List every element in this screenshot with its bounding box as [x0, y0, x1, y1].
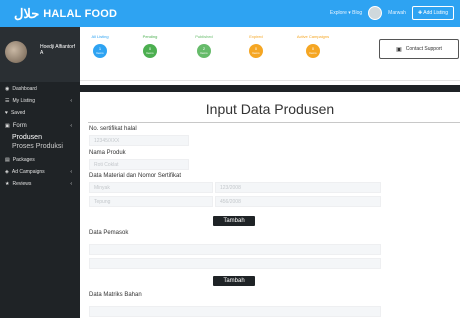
stat-label: Published [195, 34, 213, 39]
stat-label: Active Campaigns [296, 34, 330, 39]
stat-count: 0 Items [249, 44, 263, 58]
brand-logo[interactable]: ﺣﻼل HALAL FOOD [14, 6, 117, 22]
support-icon: ▣ [396, 46, 402, 53]
stat-unit: Items [200, 51, 208, 55]
form-icon: ▣ [5, 123, 10, 129]
heart-icon: ♥ [5, 110, 8, 116]
sidebar-item-reviews[interactable]: ★ Reviews ‹ [0, 178, 80, 190]
pemasok-label: Data Pemasok [89, 230, 129, 236]
stat-all-listing[interactable]: All Listing 1 Items [80, 34, 120, 58]
pemasok-input[interactable] [89, 258, 381, 269]
stat-pending[interactable]: Pending 0 Items [130, 34, 170, 58]
sidebar-nav: ◉ Dashboard ☰ My Listing ‹ ♥ Saved ▣ For… [0, 83, 80, 190]
sidebar-item-label: Saved [10, 110, 26, 116]
sidebar-item-form[interactable]: ▣ Form ‹ [0, 119, 80, 133]
sidebar-item-my-listing[interactable]: ☰ My Listing ‹ [0, 95, 80, 107]
material-label: Data Material dan Nomor Sertifikat [89, 173, 182, 179]
matriks-label: Data Matriks Bahan [89, 292, 142, 298]
add-listing-button[interactable]: ✚ Add Listing [411, 6, 454, 20]
stat-count: 1 Items [93, 44, 107, 58]
pemasok-input[interactable] [89, 244, 381, 255]
sidebar-item-label: My Listing [12, 98, 35, 104]
user-avatar[interactable] [368, 6, 383, 20]
chevron-left-icon: ‹ [70, 169, 72, 175]
sidebar: Hoedji Alfiantorf A ◉ Dashboard ☰ My Lis… [0, 27, 80, 318]
stat-unit: Items [146, 51, 154, 55]
stat-count: 0 Items [143, 44, 157, 58]
top-right-menu: Explore ▾ Blog Marwah ✚ Add Listing [330, 6, 454, 20]
chevron-left-icon: ‹ [70, 181, 72, 187]
stat-published[interactable]: Published 2 Items [184, 34, 224, 58]
sidebar-item-label: Packages [12, 157, 35, 163]
material-cert-input[interactable]: 456/2008 [215, 196, 381, 207]
sidebar-item-label: Ad Campaigns [11, 169, 45, 175]
sertifikat-input[interactable]: 12345/XXX [89, 135, 189, 146]
star-icon: ★ [5, 181, 10, 187]
stat-label: Pending [142, 34, 158, 39]
tambah-pemasok-button[interactable]: Tambah [213, 276, 255, 286]
stat-unit: Items [252, 51, 260, 55]
stat-active-campaigns[interactable]: Active Campaigns 0 Items [288, 34, 338, 58]
sidebar-item-label: Reviews [12, 181, 32, 187]
stat-label: All Listing [91, 34, 109, 39]
list-icon: ☰ [5, 98, 10, 104]
header-divider-bar [80, 85, 460, 92]
stat-count: 2 Items [197, 44, 211, 58]
dashboard-icon: ◉ [5, 86, 10, 92]
sidebar-subitem-produsen[interactable]: Produsen [0, 133, 80, 142]
matriks-input[interactable] [89, 306, 381, 317]
sertifikat-label: No. sertifikat halal [89, 126, 137, 132]
material-name-input[interactable]: Tepung [89, 196, 213, 207]
stat-count: 0 Items [306, 44, 320, 58]
chevron-left-icon: ‹ [70, 98, 72, 104]
sidebar-item-saved[interactable]: ♥ Saved [0, 107, 80, 119]
sidebar-item-label: Form [12, 123, 27, 129]
stat-unit: Items [96, 51, 104, 55]
main-content: Input Data Produsen No. sertifikat halal… [80, 92, 460, 318]
profile-name: Hoedji Alfiantorf A [40, 44, 76, 56]
material-name-input[interactable]: Minyak [89, 182, 213, 193]
user-name[interactable]: Marwah [388, 10, 406, 16]
contact-support-label: Contact Support [405, 46, 442, 52]
tambah-material-button[interactable]: Tambah [213, 216, 255, 226]
brand-name: HALAL FOOD [43, 8, 118, 20]
sidebar-subitem-proses-produksi[interactable]: Proses Produksi [0, 142, 80, 151]
material-cert-input[interactable]: 123/2008 [215, 182, 381, 193]
stats-bar: All Listing 1 Items Pending 0 Items Publis… [80, 27, 460, 81]
top-bar: ﺣﻼل HALAL FOOD Explore ▾ Blog Marwah ✚ A… [0, 0, 460, 27]
produk-label: Nama Produk [89, 150, 126, 156]
stat-label: Expired [249, 34, 263, 39]
sidebar-item-label: Dashboard [12, 86, 37, 92]
sidebar-item-ad-campaigns[interactable]: ◈ Ad Campaigns ‹ [0, 166, 80, 178]
profile-avatar [5, 41, 27, 63]
chevron-left-icon: ‹ [70, 123, 72, 129]
sidebar-item-packages[interactable]: ▤ Packages [0, 154, 80, 166]
page-title: Input Data Produsen [205, 101, 335, 117]
title-divider [88, 122, 460, 123]
campaign-icon: ◈ [5, 169, 9, 175]
contact-support-button[interactable]: ▣ Contact Support [379, 39, 459, 59]
produk-input[interactable]: Roti Coklat [89, 159, 189, 170]
sidebar-profile: Hoedji Alfiantorf A [0, 27, 80, 82]
logo-mark: ﺣﻼل [14, 6, 40, 21]
stat-expired[interactable]: Expired 0 Items [236, 34, 276, 58]
package-icon: ▤ [5, 157, 10, 163]
top-nav-links[interactable]: Explore ▾ Blog [330, 10, 362, 16]
sidebar-item-dashboard[interactable]: ◉ Dashboard [0, 83, 80, 95]
stat-unit: Items [309, 51, 317, 55]
